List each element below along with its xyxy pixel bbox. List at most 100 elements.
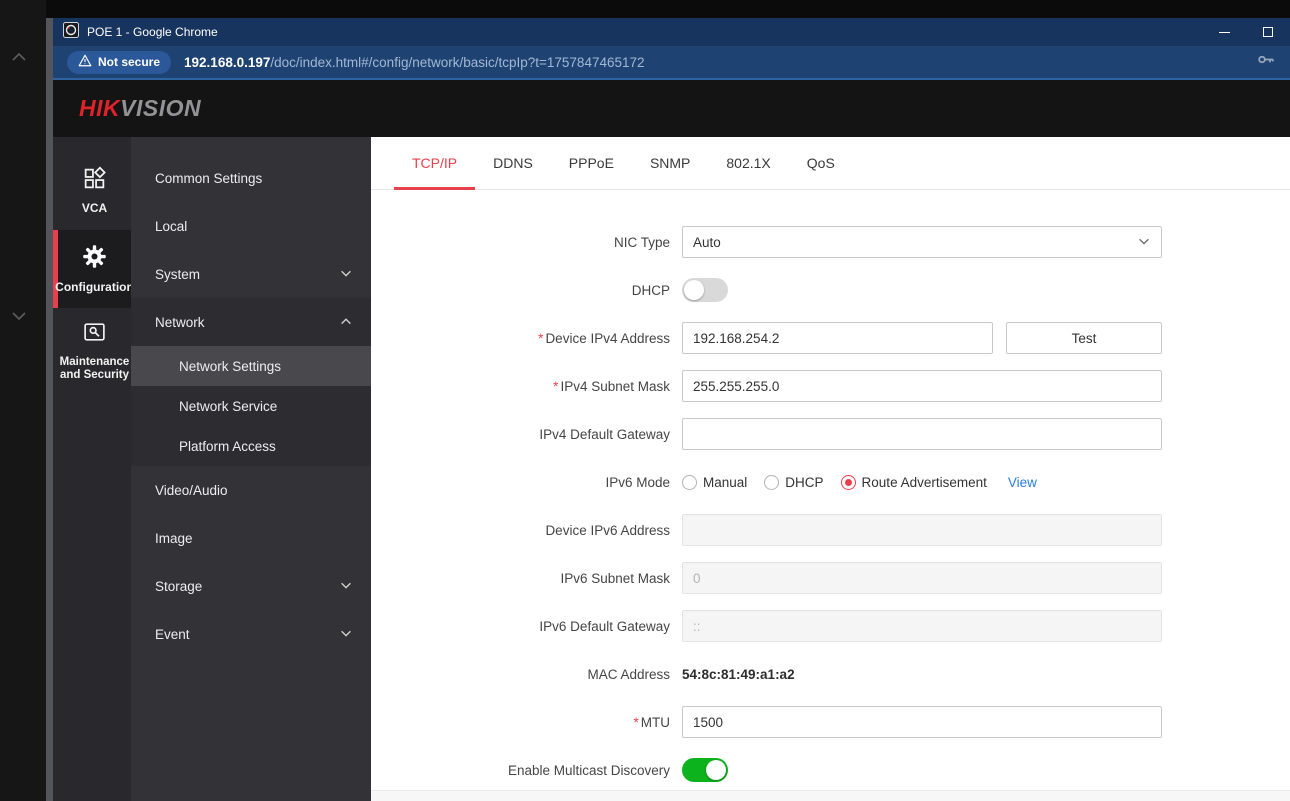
form-row-ipv6-subnet: IPv6 Subnet Mask xyxy=(371,554,1290,602)
chevron-down-icon[interactable] xyxy=(7,303,31,327)
security-badge-label: Not secure xyxy=(98,55,161,69)
vca-icon xyxy=(82,166,107,196)
browser-window: POE 1 - Google Chrome Not secure 192.168… xyxy=(46,18,1290,801)
nic-type-select[interactable]: Auto xyxy=(682,226,1162,258)
ipv4-subnet-input[interactable] xyxy=(682,370,1162,402)
nav-rail-item-maintenance[interactable]: Maintenance and Security xyxy=(53,308,131,394)
form-row-ipv4-subnet: * IPv4 Subnet Mask xyxy=(371,362,1290,410)
chevron-down-icon xyxy=(339,578,353,595)
sidebar-item-image[interactable]: Image xyxy=(131,514,371,562)
tcpip-form: NIC Type Auto DHCP * Device IPv4 Address… xyxy=(371,218,1290,794)
window-titlebar: POE 1 - Google Chrome xyxy=(53,18,1290,46)
ipv6-gateway-input xyxy=(682,610,1162,642)
form-row-nic-type: NIC Type Auto xyxy=(371,218,1290,266)
form-row-ipv6-mode: IPv6 Mode Manual DHCP Route Advertisemen… xyxy=(371,458,1290,506)
ipv4-subnet-label: * IPv4 Subnet Mask xyxy=(553,378,670,394)
ipv6-mode-radio-manual[interactable]: Manual xyxy=(682,474,747,490)
ipv4-gateway-label: IPv4 Default Gateway xyxy=(539,426,670,442)
sidebar-item-event[interactable]: Event xyxy=(131,610,371,658)
tab-ddns[interactable]: DDNS xyxy=(475,137,551,189)
window-title: POE 1 - Google Chrome xyxy=(87,25,218,39)
main-content: TCP/IP DDNS PPPoE SNMP 802.1X QoS NIC Ty… xyxy=(371,137,1290,801)
multicast-label: Enable Multicast Discovery xyxy=(507,762,670,778)
nav-rail: VCA Configuration Maintenance and Securi… xyxy=(53,137,134,801)
radio-icon xyxy=(682,474,697,490)
form-row-ipv6-address: Device IPv6 Address xyxy=(371,506,1290,554)
favicon-camera-icon xyxy=(63,21,79,43)
multicast-toggle[interactable] xyxy=(682,758,728,782)
nav-rail-label-line2: and Security xyxy=(59,369,129,381)
key-icon[interactable] xyxy=(1255,49,1276,75)
sidebar-item-storage[interactable]: Storage xyxy=(131,562,371,610)
ipv6-gateway-label: IPv6 Default Gateway xyxy=(539,618,670,634)
minimize-button[interactable] xyxy=(1202,18,1246,46)
form-row-mtu: * MTU xyxy=(371,698,1290,746)
maintenance-icon xyxy=(82,320,107,350)
tab-8021x[interactable]: 802.1X xyxy=(708,137,788,189)
sidebar-item-video-audio[interactable]: Video/Audio xyxy=(131,466,371,514)
ipv6-subnet-label: IPv6 Subnet Mask xyxy=(560,570,670,586)
ipv6-mode-label: IPv6 Mode xyxy=(605,474,670,490)
address-bar[interactable]: Not secure 192.168.0.197/doc/index.html#… xyxy=(53,46,1290,80)
sidebar-item-platform-access[interactable]: Platform Access xyxy=(131,426,371,466)
sidebar-item-local[interactable]: Local xyxy=(131,202,371,250)
tab-pppoe[interactable]: PPPoE xyxy=(551,137,632,189)
form-row-multicast: Enable Multicast Discovery xyxy=(371,746,1290,794)
url-host: 192.168.0.197 xyxy=(184,54,271,70)
url-text[interactable]: 192.168.0.197/doc/index.html#/config/net… xyxy=(184,55,644,70)
mac-address-label: MAC Address xyxy=(587,666,670,682)
ipv4-address-input[interactable] xyxy=(682,322,993,354)
view-link[interactable]: View xyxy=(1008,475,1037,490)
ipv6-address-input xyxy=(682,514,1162,546)
nav-rail-label: Configuration xyxy=(55,280,134,295)
warning-triangle-icon xyxy=(78,54,92,70)
sidebar-item-system[interactable]: System xyxy=(131,250,371,298)
tab-qos[interactable]: QoS xyxy=(789,137,853,189)
dhcp-label: DHCP xyxy=(631,282,670,298)
sidebar: Common Settings Local System Network Net… xyxy=(131,137,371,801)
form-row-mac-address: MAC Address 54:8c:81:49:a1:a2 xyxy=(371,650,1290,698)
maximize-button[interactable] xyxy=(1246,18,1290,46)
sidebar-item-common-settings[interactable]: Common Settings xyxy=(131,154,371,202)
ipv6-mode-radio-route-advertisement[interactable]: Route Advertisement xyxy=(840,474,987,490)
form-row-dhcp: DHCP xyxy=(371,266,1290,314)
sidebar-group-network: Network Network Settings Network Service… xyxy=(131,298,371,466)
tab-bar: TCP/IP DDNS PPPoE SNMP 802.1X QoS xyxy=(371,137,1290,190)
hikvision-logo: HIKVISION xyxy=(79,95,201,122)
nav-rail-item-configuration[interactable]: Configuration xyxy=(53,230,134,308)
logo-red-part: HIK xyxy=(79,95,121,121)
chevron-down-icon xyxy=(339,626,353,643)
background-app-strip xyxy=(0,0,46,801)
sidebar-item-network-service[interactable]: Network Service xyxy=(131,386,371,426)
screen: POE 1 - Google Chrome Not secure 192.168… xyxy=(0,0,1290,801)
sidebar-item-network[interactable]: Network xyxy=(131,298,371,346)
url-path: /doc/index.html#/config/network/basic/tc… xyxy=(270,54,645,70)
security-badge[interactable]: Not secure xyxy=(67,50,172,74)
chevron-up-icon[interactable] xyxy=(7,46,31,70)
sidebar-item-network-settings[interactable]: Network Settings xyxy=(131,346,371,386)
nav-rail-label: VCA xyxy=(81,201,108,216)
nic-type-label: NIC Type xyxy=(613,234,670,250)
web-page: HIKVISION VCA Configuration Maintenance … xyxy=(53,80,1290,801)
form-row-ipv4-gateway: IPv4 Default Gateway xyxy=(371,410,1290,458)
radio-selected-icon xyxy=(840,474,856,490)
chevron-up-icon xyxy=(339,314,353,331)
test-button[interactable]: Test xyxy=(1006,322,1162,354)
logo-gray-part: VISION xyxy=(120,95,202,121)
dhcp-toggle[interactable] xyxy=(682,278,728,302)
mac-address-value: 54:8c:81:49:a1:a2 xyxy=(682,666,795,682)
nav-rail-item-vca[interactable]: VCA xyxy=(53,152,131,230)
mtu-input[interactable] xyxy=(682,706,1162,738)
tab-tcpip[interactable]: TCP/IP xyxy=(394,137,476,190)
ipv4-gateway-input[interactable] xyxy=(682,418,1162,450)
nav-rail-label-line1: Maintenance xyxy=(59,355,130,368)
tab-snmp[interactable]: SNMP xyxy=(632,137,708,189)
brand-header: HIKVISION xyxy=(53,80,1290,137)
form-row-ipv6-gateway: IPv6 Default Gateway xyxy=(371,602,1290,650)
ipv6-subnet-input xyxy=(682,562,1162,594)
ipv6-address-label: Device IPv6 Address xyxy=(545,522,670,538)
radio-icon xyxy=(764,474,780,490)
form-row-ipv4-address: *Device IPv4 Address Test xyxy=(371,314,1290,362)
ipv6-mode-radio-dhcp[interactable]: DHCP xyxy=(764,474,824,490)
chevron-down-icon xyxy=(1137,234,1151,251)
